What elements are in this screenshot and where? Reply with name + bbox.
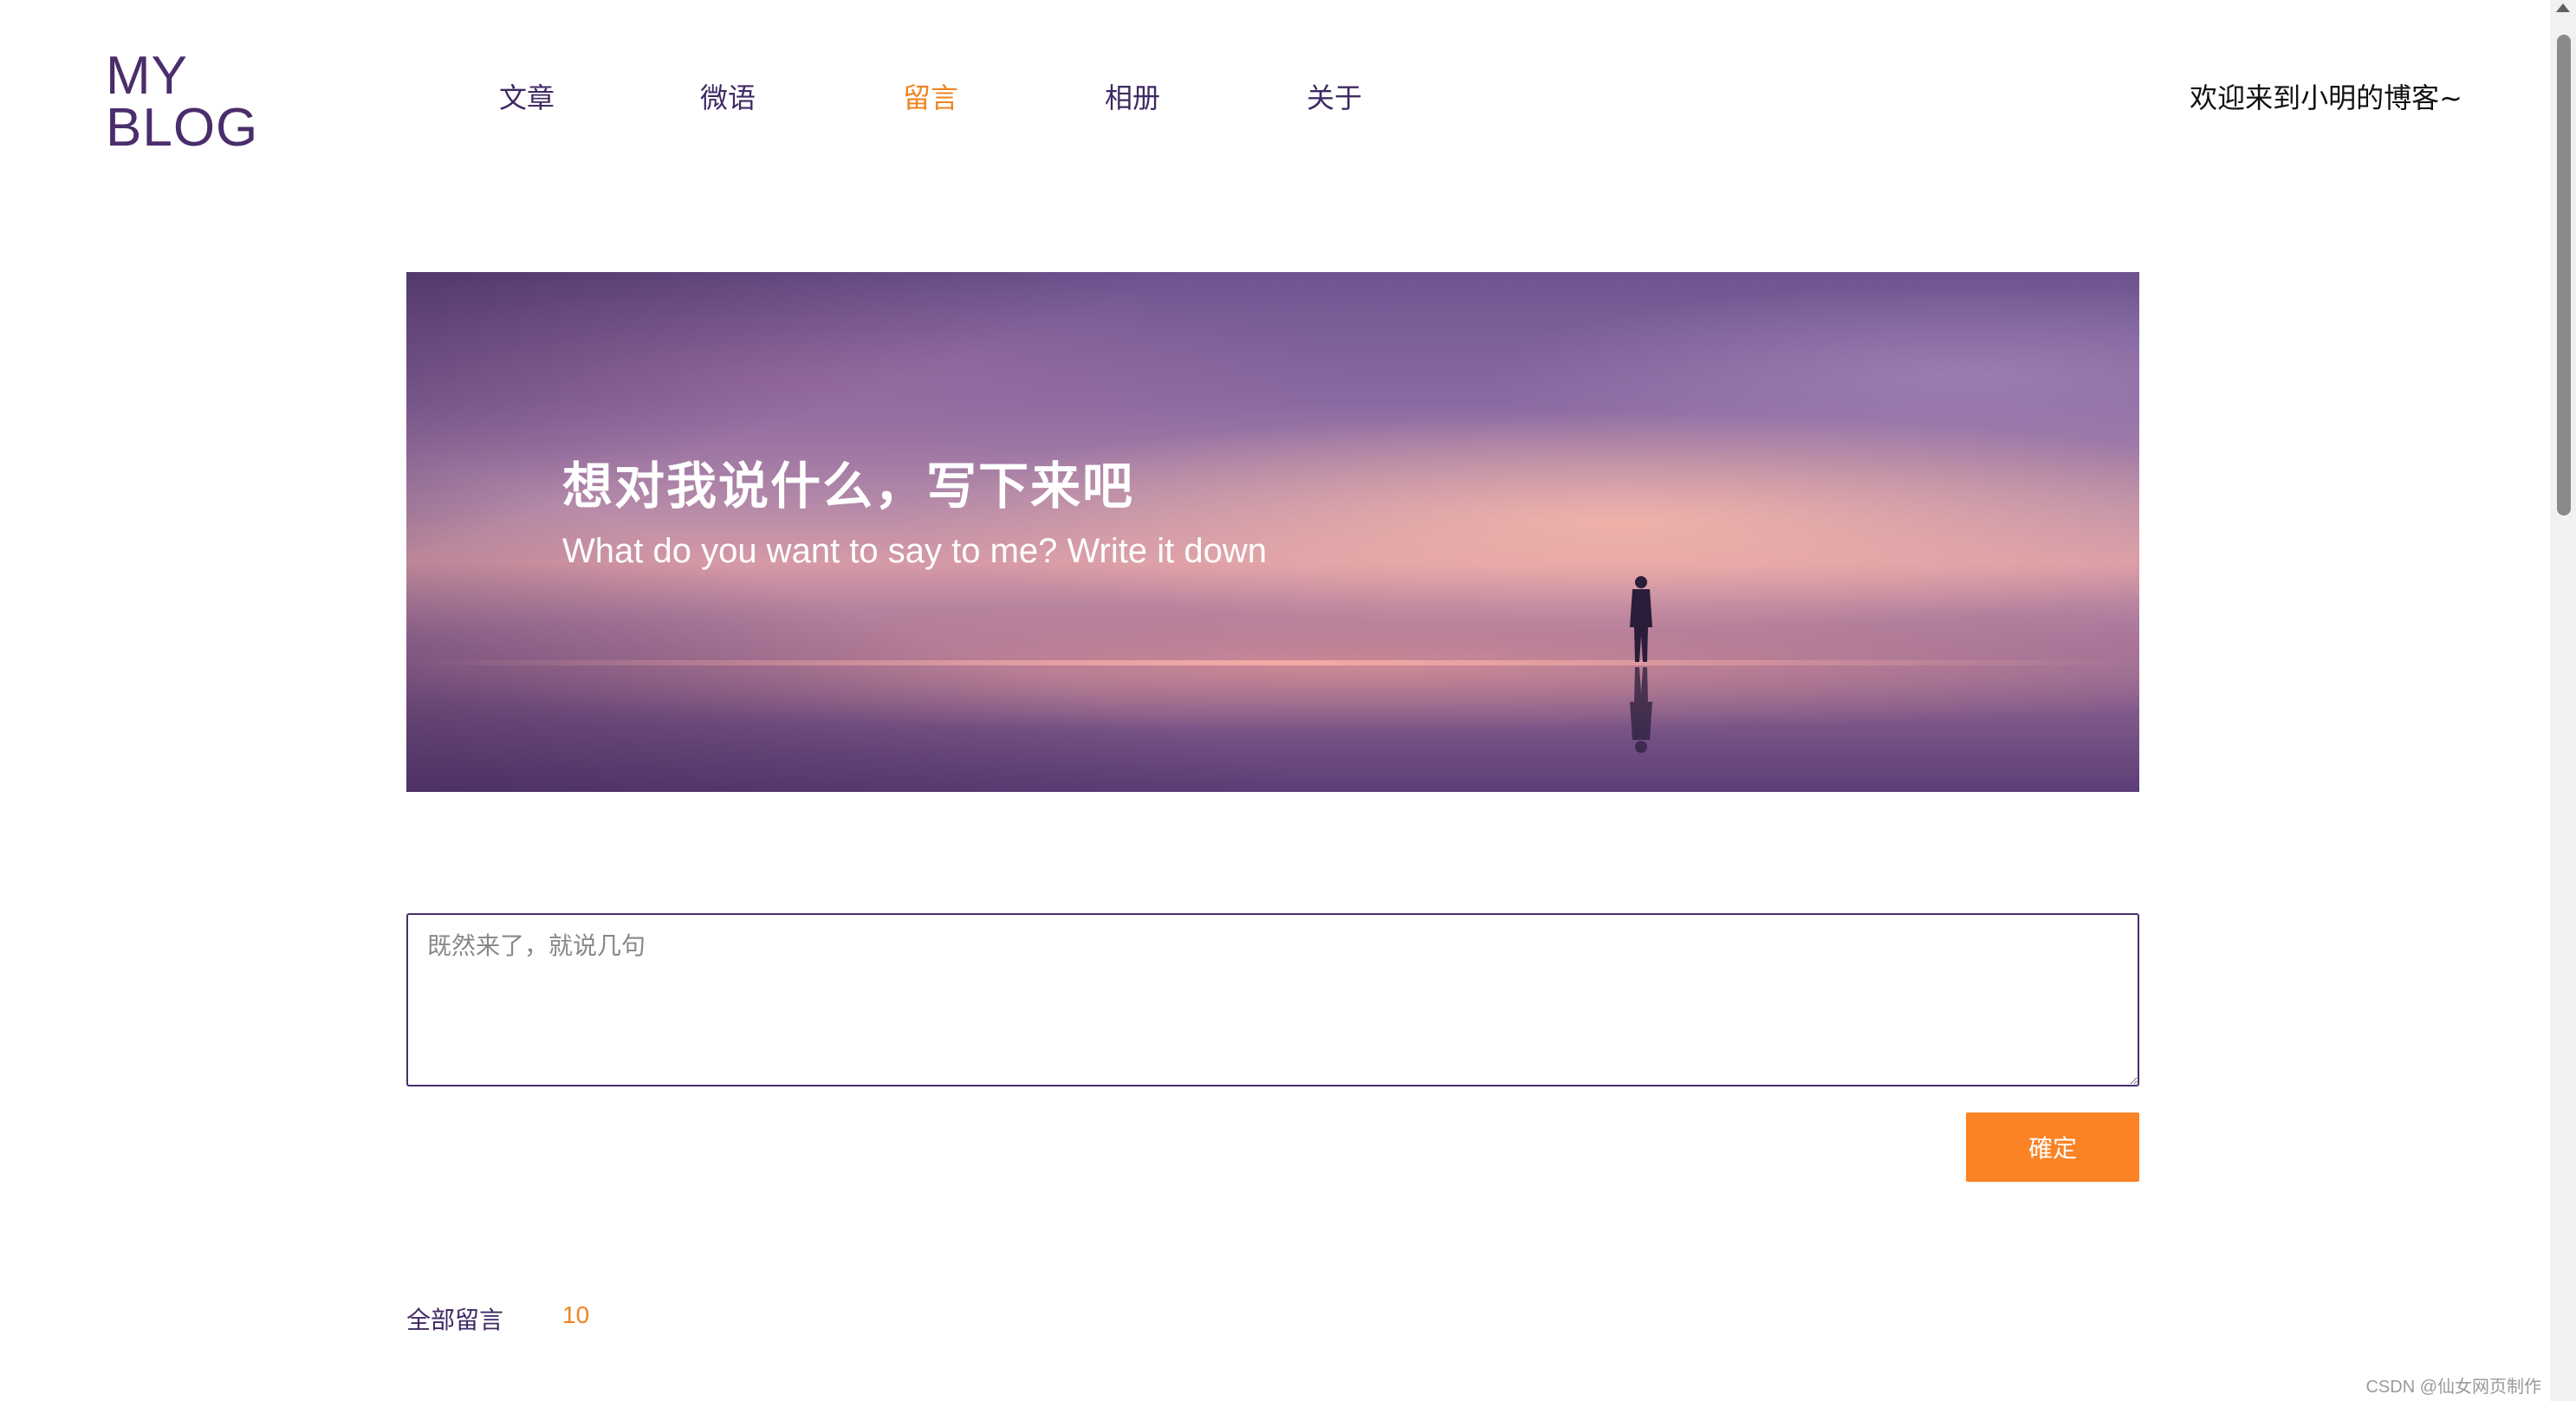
banner-title: 想对我说什么，写下来吧 <box>562 457 1135 516</box>
logo-line-2: BLOG <box>106 98 259 158</box>
message-textarea[interactable] <box>406 913 2139 1086</box>
nav-item-about[interactable]: 关于 <box>1307 76 1362 120</box>
nav-item-articles[interactable]: 文章 <box>499 76 555 120</box>
submit-button[interactable]: 確定 <box>1966 1112 2139 1182</box>
scroll-thumb[interactable] <box>2557 35 2571 516</box>
nav-item-micro-posts[interactable]: 微语 <box>700 76 756 120</box>
nav-item-guestbook[interactable]: 留言 <box>903 76 958 120</box>
banner-horizon <box>406 660 2139 665</box>
banner-subtitle: What do you want to say to me? Write it … <box>562 532 1267 570</box>
page-scrollbar[interactable] <box>2550 0 2576 1401</box>
welcome-text: 欢迎来到小明的博客~ <box>2190 81 2462 114</box>
watermark: CSDN @仙女网页制作 <box>2365 1378 2541 1397</box>
page: MY BLOG 文章 微语 留言 相册 关于 欢迎来到小明的博客~ 想对我说什么… <box>0 0 2576 1401</box>
nav-item-album[interactable]: 相册 <box>1105 76 1160 120</box>
message-count: 10 <box>562 1301 590 1328</box>
site-logo[interactable]: MY BLOG <box>106 46 259 158</box>
scroll-up-arrow-icon[interactable] <box>2556 3 2570 12</box>
person-silhouette-icon <box>1630 576 1652 753</box>
guestbook-banner: 想对我说什么，写下来吧 What do you want to say to m… <box>406 272 2139 792</box>
all-messages-label: 全部留言 <box>406 1306 504 1334</box>
logo-line-1: MY <box>106 46 188 106</box>
